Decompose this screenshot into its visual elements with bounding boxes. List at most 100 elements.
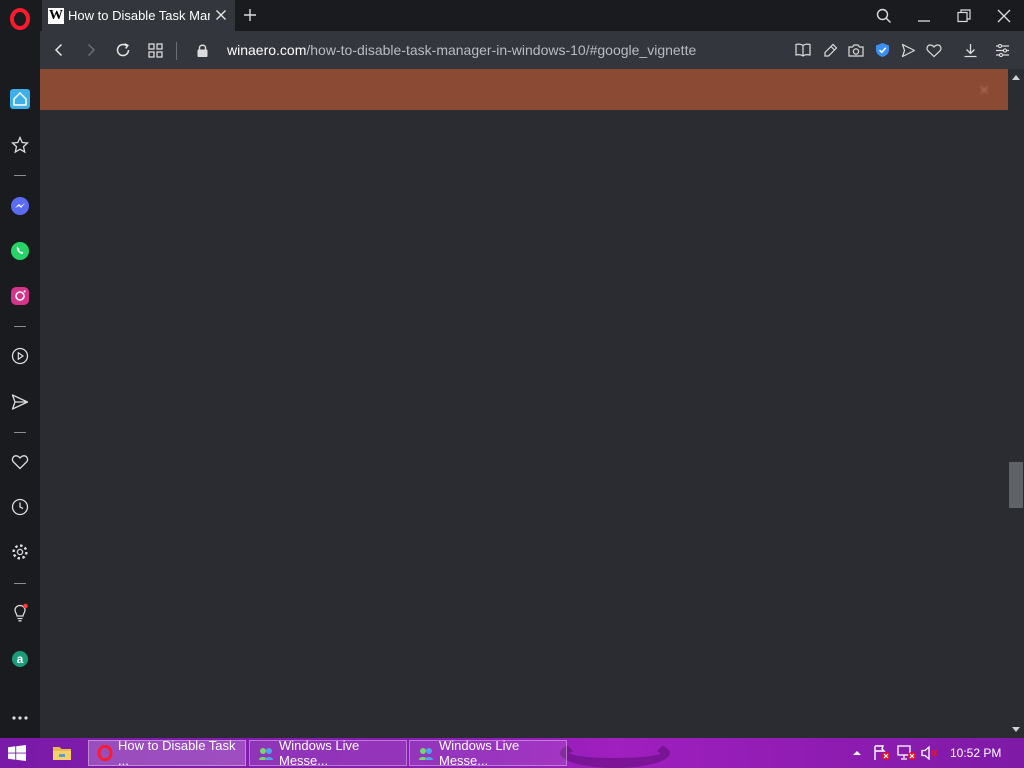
minimize-icon: [918, 19, 930, 22]
flag-error-icon: [874, 745, 890, 760]
speed-dial-button[interactable]: [0, 84, 40, 114]
downloads-button[interactable]: [961, 41, 979, 59]
network-button[interactable]: [896, 738, 918, 768]
settings-button[interactable]: [0, 537, 40, 567]
opera-icon: [97, 745, 113, 761]
volume-muted-icon: [921, 745, 938, 761]
shield-icon: [875, 43, 889, 57]
scrollbar-thumb[interactable]: [1009, 462, 1023, 508]
taskbar-app-opera[interactable]: How to Disable Task ...: [88, 738, 246, 768]
close-window-button[interactable]: [984, 0, 1024, 31]
flow-icon: [11, 394, 29, 410]
show-hidden-icons-button[interactable]: [848, 738, 866, 768]
easy-setup-button[interactable]: [993, 41, 1011, 59]
search-icon: [876, 8, 891, 23]
forward-icon: [87, 43, 96, 57]
taskbar-app-messenger-2[interactable]: Windows Live Messe...: [409, 738, 567, 768]
history-button[interactable]: [0, 492, 40, 522]
url-host: winaero.com: [227, 42, 307, 58]
heart-icon: [11, 455, 29, 470]
aria-icon: a: [12, 651, 28, 667]
tab-title: How to Disable Task Manager in Windows 1…: [68, 8, 210, 23]
player-button[interactable]: [0, 341, 40, 371]
address-bar: winaero.com/how-to-disable-task-manager-…: [40, 31, 1024, 69]
folder-icon: [53, 747, 71, 760]
taskbar-app-label: Windows Live Messe...: [279, 738, 360, 768]
scroll-up-arrow[interactable]: [1012, 75, 1020, 80]
minimize-button[interactable]: [904, 0, 944, 31]
svg-text:a: a: [17, 652, 24, 666]
vertical-scrollbar[interactable]: [1008, 69, 1024, 738]
url-field[interactable]: winaero.com/how-to-disable-task-manager-…: [227, 42, 696, 58]
snapshot-button[interactable]: [847, 41, 865, 59]
send-icon: [901, 43, 915, 57]
restore-button[interactable]: [944, 0, 984, 31]
home-icon: [10, 89, 30, 109]
star-icon: [11, 136, 29, 154]
lock-icon: [197, 44, 207, 57]
close-tab-icon[interactable]: [213, 7, 229, 23]
my-flow-button[interactable]: [0, 387, 40, 417]
volume-button[interactable]: [920, 738, 940, 768]
download-icon: [964, 43, 976, 57]
messenger-button[interactable]: [0, 191, 40, 221]
instagram-icon: [11, 287, 29, 305]
sidebar-divider: [14, 175, 26, 176]
tabs-overview-button[interactable]: [146, 41, 164, 59]
bookmarks-button[interactable]: [0, 130, 40, 160]
instagram-button[interactable]: [0, 281, 40, 311]
address-divider: [176, 42, 177, 60]
menu-icon: [995, 43, 1009, 57]
back-icon: [54, 43, 63, 57]
action-center-flag[interactable]: [872, 738, 892, 768]
reload-icon: [116, 43, 130, 57]
site-security-button[interactable]: [193, 41, 211, 59]
sidebar-more-button[interactable]: [0, 703, 40, 733]
add-to-pinboard-button[interactable]: [925, 41, 943, 59]
reader-mode-button[interactable]: [794, 41, 812, 59]
network-error-icon: [897, 745, 916, 760]
tab-strip: W How to Disable Task Manager in Windows…: [40, 0, 1024, 31]
reload-button[interactable]: [114, 41, 132, 59]
sidebar-divider: [14, 583, 26, 584]
restore-icon: [957, 8, 971, 22]
file-explorer-button[interactable]: [52, 745, 72, 766]
send-to-flow-button[interactable]: [899, 41, 917, 59]
chevron-up-icon: [853, 751, 861, 755]
grid-icon: [147, 42, 163, 58]
sidebar-divider: [14, 432, 26, 433]
taskbar-app-messenger-1[interactable]: Windows Live Messe...: [249, 738, 407, 768]
banner-close-icon[interactable]: ✕: [978, 82, 990, 99]
windows-start-icon[interactable]: [8, 745, 26, 761]
more-icon: [12, 716, 28, 720]
lightbulb-icon: [14, 603, 28, 622]
page-content: ✕: [40, 69, 1008, 738]
taskbar: How to Disable Task ... Windows Live Mes…: [0, 738, 1024, 768]
pinboards-button[interactable]: [0, 447, 40, 477]
taskbar-clock[interactable]: 10:52 PM: [950, 746, 1001, 760]
back-button[interactable]: [50, 41, 68, 59]
scroll-down-arrow[interactable]: [1012, 727, 1020, 732]
sidebar: a: [0, 0, 40, 738]
wallpaper-swirl: [560, 738, 670, 768]
heart-icon: [926, 43, 942, 57]
new-tab-icon[interactable]: [242, 7, 258, 23]
taskbar-app-label: How to Disable Task ...: [118, 738, 236, 768]
opera-menu-button[interactable]: [0, 4, 40, 34]
winaero-favicon: W: [48, 7, 64, 24]
messenger-live-icon: [259, 748, 273, 760]
adblock-button[interactable]: [873, 41, 891, 59]
tab-active[interactable]: W How to Disable Task Manager in Windows…: [42, 0, 235, 31]
aria-button[interactable]: a: [0, 644, 40, 674]
edit-icon: [823, 43, 837, 57]
opera-logo-icon: [10, 8, 30, 30]
book-icon: [795, 43, 811, 57]
history-icon: [11, 498, 29, 516]
features-button[interactable]: [0, 598, 40, 628]
tab-search-button[interactable]: [864, 0, 904, 31]
taskbar-app-label: Windows Live Messe...: [439, 738, 520, 768]
forward-button[interactable]: [82, 41, 100, 59]
sidebar-divider: [14, 326, 26, 327]
whatsapp-button[interactable]: [0, 236, 40, 266]
edit-page-button[interactable]: [821, 41, 839, 59]
